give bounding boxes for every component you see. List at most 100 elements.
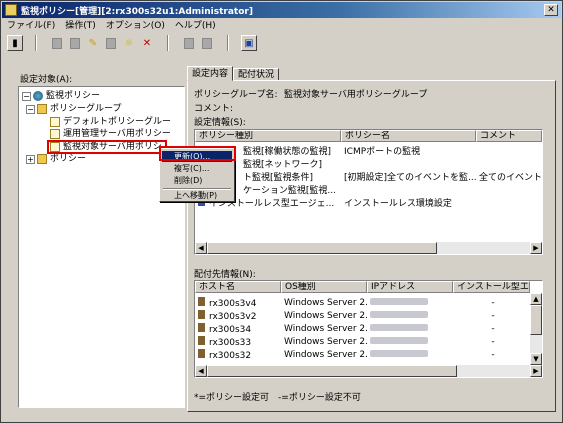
scroll-thumb[interactable] [207, 365, 457, 377]
menu-operation[interactable]: 操作(T) [61, 19, 100, 33]
column-header[interactable]: OS種別 [281, 281, 367, 293]
host-name: rx300s34 [209, 324, 252, 335]
table-row[interactable]: rx300s32 Windows Server 2... - [195, 348, 530, 361]
distribution-vscroll[interactable]: ▲ ▼ [530, 293, 542, 365]
policy-name-cell: ICMPポートの監視 [344, 147, 421, 157]
host-cell: rx300s33 [195, 335, 281, 348]
copy-icon[interactable] [67, 35, 83, 51]
tab-settings[interactable]: 設定内容 [187, 66, 234, 81]
agent-cell: - [491, 310, 495, 321]
policy-name-cell: インストールレス環境設定 [344, 199, 452, 209]
server-icon [198, 335, 205, 345]
scroll-up-icon[interactable]: ▲ [530, 293, 542, 305]
table-row[interactable]: 監視[ネットワーク] [195, 157, 542, 170]
column-header[interactable]: インストール型エージ [453, 281, 530, 293]
menu-item-copy[interactable]: 複写(C)... [162, 163, 232, 174]
scroll-thumb[interactable] [207, 242, 437, 254]
table-row[interactable]: インストールレス型エージェ... インストールレス環境設定 [195, 196, 542, 209]
tree-node-default[interactable]: デフォルトポリシーグルー [50, 116, 171, 128]
collapse-icon[interactable]: − [26, 104, 35, 114]
menu-option[interactable]: オプション(O) [102, 19, 169, 33]
agent-cell: - [491, 336, 495, 347]
tree-node-group[interactable]: − ポリシーグループ [26, 103, 121, 115]
comment-label: コメント: [194, 104, 234, 114]
os-cell: Windows Server 2... [284, 310, 367, 321]
table-row[interactable]: ケーション監視[監視... [195, 183, 542, 196]
tree-label: 設定対象(A): [20, 75, 73, 85]
policy-table-header: ポリシー種別 ポリシー名 コメント [195, 130, 542, 142]
table-row[interactable]: 監視[稼働状態の監視] ICMPポートの監視 [195, 144, 542, 157]
menu-help[interactable]: ヘルプ(H) [171, 19, 220, 33]
menu-item-delete[interactable]: 削除(D) [162, 175, 232, 186]
close-button[interactable]: ✕ [544, 4, 558, 16]
host-name: rx300s33 [209, 337, 252, 348]
host-name: rx300s3v2 [209, 311, 257, 322]
table-row[interactable]: rx300s33 Windows Server 2... - [195, 335, 530, 348]
redacted-ip [370, 349, 428, 357]
comment-cell: 全てのイベント [479, 173, 542, 183]
highlight-box [47, 140, 167, 154]
host-name: rx300s32 [209, 350, 252, 361]
globe-icon [33, 91, 43, 101]
ip-cell [367, 297, 453, 308]
distribute-icon[interactable] [181, 35, 197, 51]
scroll-thumb[interactable] [530, 305, 542, 335]
table-row[interactable]: rx300s3v4 Windows Server 2... - [195, 296, 530, 309]
scroll-left-icon[interactable]: ◀ [195, 242, 207, 254]
title-bar[interactable]: 監視ポリシー[管理][2:rx300s32u1:Administrator] ✕ [2, 2, 561, 18]
delete-icon[interactable]: ✕ [139, 35, 155, 51]
tree-node-label: ポリシー [50, 154, 87, 164]
host-cell: rx300s3v2 [195, 309, 281, 322]
edit-icon[interactable]: ✎ [85, 35, 101, 51]
column-header[interactable]: ポリシー種別 [195, 130, 341, 142]
menu-item-move-up[interactable]: 上へ移動(P) [162, 190, 232, 201]
agent-cell: - [491, 297, 495, 308]
os-cell: Windows Server 2... [284, 349, 367, 360]
toolbar-separator [227, 35, 229, 51]
table-row[interactable]: rx300s34 Windows Server 2... - [195, 322, 530, 335]
main-window: 監視ポリシー[管理][2:rx300s32u1:Administrator] ✕… [0, 0, 563, 423]
tree-node-policy[interactable]: + ポリシー [26, 153, 86, 165]
server-icon [198, 309, 205, 319]
distribution-table[interactable]: ホスト名 OS種別 IPアドレス インストール型エージ rx300s3v4 Wi… [194, 280, 543, 378]
legend-text: *=ポリシー設定可 -=ポリシー設定不可 [194, 393, 361, 403]
table-row[interactable]: ト監視[監視条件] [初期設定]全てのイベントを監... 全てのイベント [195, 170, 542, 183]
policy-tree[interactable]: − 監視ポリシー − ポリシーグループ デフォルトポリシーグルー 運用管理サーバ… [18, 86, 185, 408]
group-name-label: ポリシーグループ名: [194, 90, 278, 100]
server-icon [198, 322, 205, 332]
distribution-hscroll[interactable]: ◀ ▶ [195, 365, 542, 377]
policy-table-hscroll[interactable]: ◀ ▶ [195, 242, 542, 254]
tree-node-root[interactable]: − 監視ポリシー [22, 90, 100, 102]
scroll-right-icon[interactable]: ▶ [530, 365, 542, 377]
agent-cell: - [491, 349, 495, 360]
scroll-left-icon[interactable]: ◀ [195, 365, 207, 377]
column-header[interactable]: IPアドレス [367, 281, 453, 293]
new-icon[interactable] [49, 35, 65, 51]
table-row[interactable]: rx300s3v2 Windows Server 2... - [195, 309, 530, 322]
refresh-icon[interactable]: ☼ [121, 35, 137, 51]
distribution-table-header: ホスト名 OS種別 IPアドレス インストール型エージ [195, 281, 530, 293]
policy-group-icon [50, 117, 60, 127]
tree-node-label: 運用管理サーバ用ポリシー [63, 129, 171, 139]
ip-cell [367, 323, 453, 334]
redacted-ip [370, 297, 428, 305]
column-header[interactable]: ポリシー名 [341, 130, 476, 142]
collapse-icon[interactable]: − [22, 91, 31, 101]
toolbar-separator [167, 35, 169, 51]
distribution-label: 配付先情報(N): [194, 270, 256, 280]
expand-icon[interactable]: + [26, 154, 35, 164]
exit-icon[interactable]: ▮ [7, 35, 23, 51]
column-header[interactable]: コメント [476, 130, 542, 142]
os-cell: Windows Server 2... [284, 297, 367, 308]
policy-table[interactable]: ポリシー種別 ポリシー名 コメント 監視[稼働状態の監視] ICMPポートの監視… [194, 129, 543, 255]
help-icon[interactable]: ▣ [241, 35, 257, 51]
sync-icon[interactable] [199, 35, 215, 51]
menu-bar: ファイル(F) 操作(T) オプション(O) ヘルプ(H) [3, 19, 220, 33]
redacted-ip [370, 336, 428, 344]
column-header[interactable]: ホスト名 [195, 281, 281, 293]
scroll-down-icon[interactable]: ▼ [530, 353, 542, 365]
scroll-right-icon[interactable]: ▶ [530, 242, 542, 254]
menu-file[interactable]: ファイル(F) [3, 19, 59, 33]
tree-node-ops[interactable]: 運用管理サーバ用ポリシー [50, 128, 171, 140]
paste-icon[interactable] [103, 35, 119, 51]
